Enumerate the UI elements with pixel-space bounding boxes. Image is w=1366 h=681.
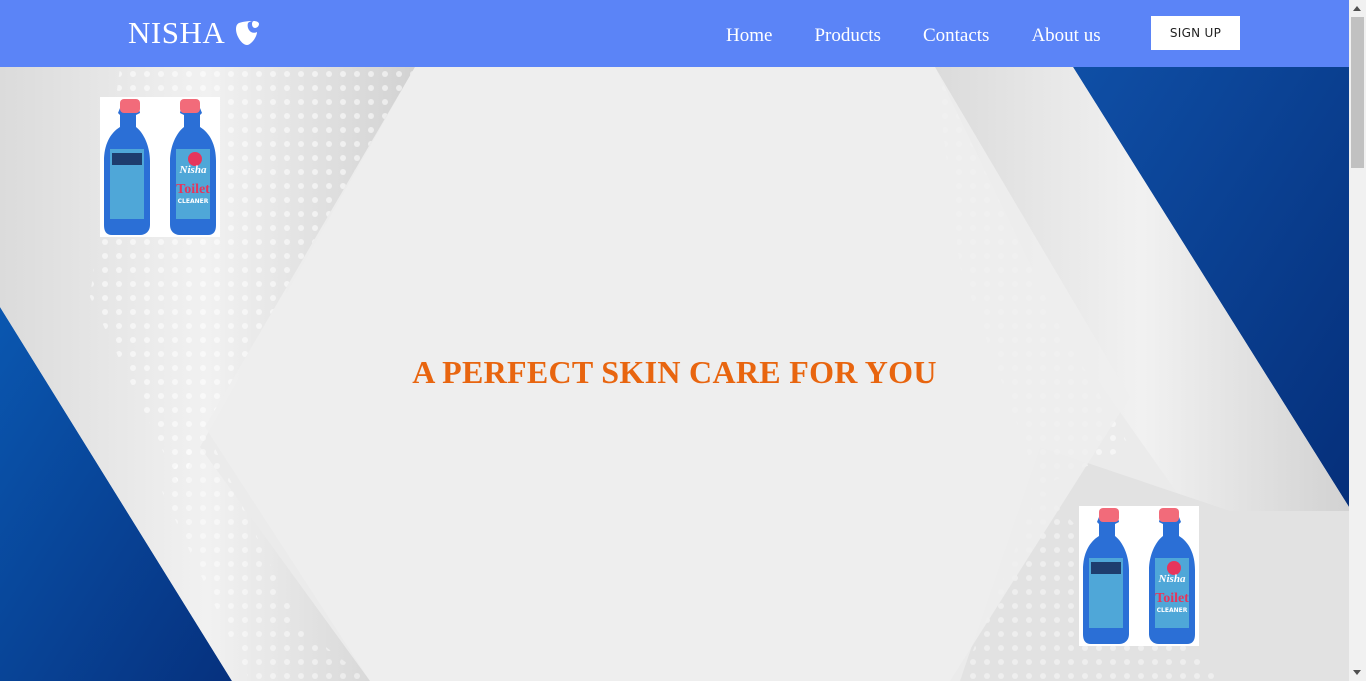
top-navbar: NISHA Home Products Contacts About us SI… bbox=[0, 0, 1349, 67]
product-image: Nisha Toilet CLEANER bbox=[100, 97, 220, 237]
scroll-thumb[interactable] bbox=[1351, 17, 1364, 168]
typo3-logo-icon bbox=[236, 21, 260, 45]
nav-contacts[interactable]: Contacts bbox=[923, 24, 990, 48]
nav-home[interactable]: Home bbox=[726, 24, 772, 48]
product-brand-text: Nisha bbox=[179, 164, 207, 176]
nav-products[interactable]: Products bbox=[814, 24, 881, 48]
hero-headline: A PERFECT SKIN CARE FOR YOU bbox=[0, 354, 1349, 391]
page-scrollbar[interactable] bbox=[1349, 0, 1366, 681]
sign-up-button[interactable]: SIGN UP bbox=[1151, 16, 1240, 50]
main-nav: Home Products Contacts About us bbox=[706, 24, 1101, 48]
product-subname-text: CLEANER bbox=[178, 198, 209, 205]
nav-about-us[interactable]: About us bbox=[1031, 24, 1100, 48]
product-subname-text: CLEANER bbox=[1157, 607, 1188, 614]
product-name-text: Toilet bbox=[176, 182, 210, 197]
brand-logo[interactable]: NISHA bbox=[128, 15, 261, 51]
scroll-up-arrow-icon[interactable] bbox=[1349, 0, 1366, 17]
toilet-cleaner-bottles: Nisha Toilet CLEANER bbox=[100, 97, 220, 237]
product-image: Nisha Toilet CLEANER bbox=[1079, 506, 1199, 646]
hero-banner: A PERFECT SKIN CARE FOR YOU Nisha Toilet… bbox=[0, 67, 1349, 681]
toilet-cleaner-bottles: Nisha Toilet CLEANER bbox=[1079, 506, 1199, 646]
hero-headline-text: A PERFECT SKIN CARE FOR YOU bbox=[412, 354, 937, 390]
scroll-down-arrow-icon[interactable] bbox=[1349, 664, 1366, 681]
product-brand-text: Nisha bbox=[1158, 573, 1186, 585]
brand-name: NISHA bbox=[128, 15, 226, 50]
product-name-text: Toilet bbox=[1155, 591, 1189, 606]
